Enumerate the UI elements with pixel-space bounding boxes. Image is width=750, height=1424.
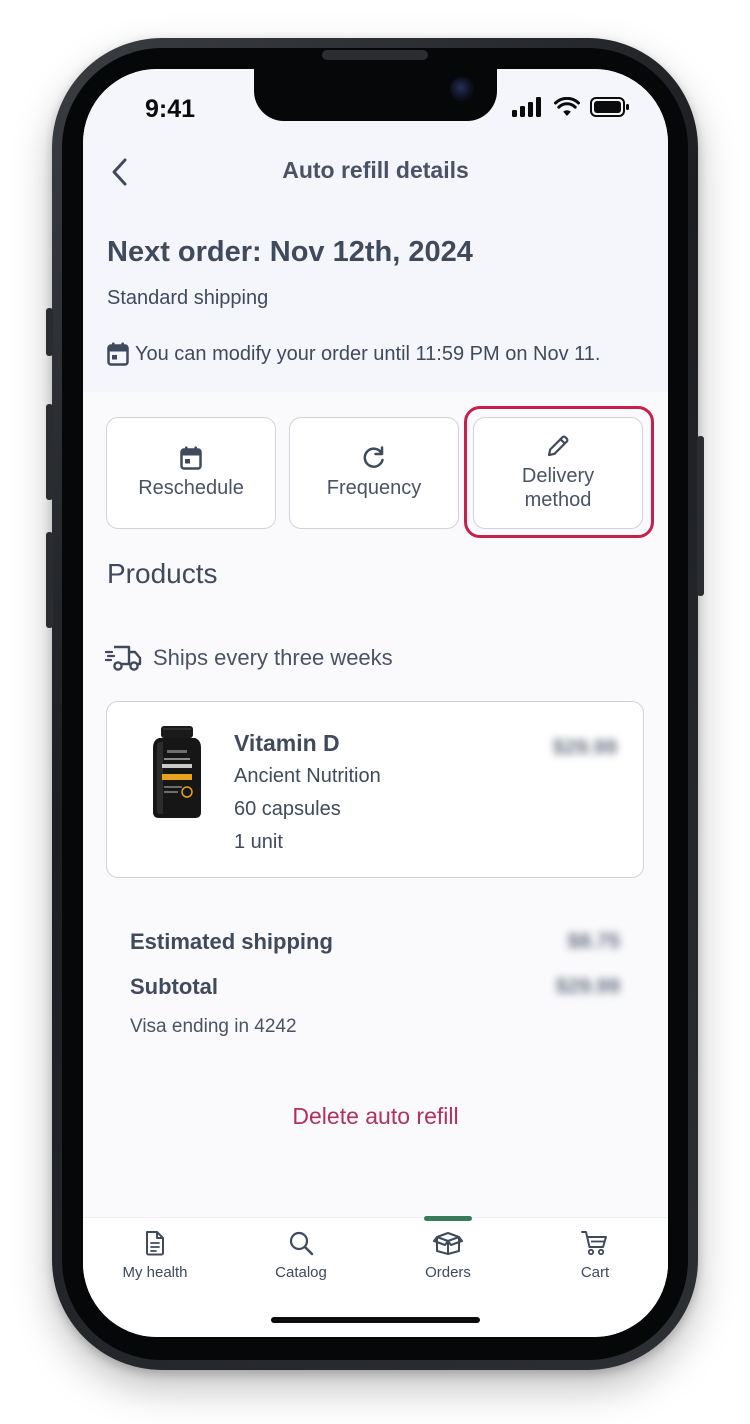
status-time: 9:41 — [145, 95, 196, 123]
phone-volume-up — [46, 404, 53, 500]
cart-icon — [581, 1231, 607, 1256]
frequency-button[interactable]: Frequency — [289, 417, 459, 529]
tab-orders[interactable]: Orders — [388, 1230, 508, 1281]
reschedule-button[interactable]: Reschedule — [106, 417, 276, 529]
page-title: Auto refill details — [282, 157, 469, 183]
phone-mute-switch — [46, 308, 53, 356]
calendar-icon — [180, 446, 202, 470]
modify-deadline-note: You can modify your order until 11:59 PM… — [107, 342, 600, 366]
wifi-icon — [554, 97, 580, 116]
tab-my-health-label: My health — [122, 1264, 188, 1281]
phone-power-button — [697, 436, 704, 596]
product-card[interactable]: Vitamin D Ancient Nutrition 60 capsules … — [106, 701, 644, 878]
tab-orders-label: Orders — [425, 1264, 471, 1281]
app-screen: 9:41 Auto refill details Next order: Nov… — [83, 69, 668, 1337]
status-icons — [512, 97, 630, 117]
estimated-shipping-label: Estimated shipping — [130, 929, 333, 954]
products-heading: Products — [107, 558, 218, 589]
estimated-shipping-value: $8.75 — [567, 930, 620, 953]
ships-frequency-text: Ships every three weeks — [153, 645, 393, 670]
notch — [254, 69, 497, 121]
home-indicator[interactable] — [271, 1317, 480, 1323]
shipping-type: Standard shipping — [107, 287, 269, 309]
subtotal-label: Subtotal — [130, 974, 218, 999]
document-icon — [146, 1231, 164, 1256]
tab-catalog-label: Catalog — [275, 1264, 327, 1281]
ships-frequency-row: Ships every three weeks — [105, 643, 393, 673]
box-icon — [433, 1232, 463, 1255]
product-bottle-image — [153, 726, 201, 818]
product-brand: Ancient Nutrition — [234, 765, 381, 787]
subtotal-value: $29.99 — [555, 975, 620, 998]
frequency-label: Frequency — [326, 477, 422, 499]
phone-speaker — [322, 50, 428, 60]
tab-cart[interactable]: Cart — [535, 1230, 655, 1281]
tab-cart-label: Cart — [580, 1264, 610, 1281]
calendar-icon — [107, 342, 129, 366]
refresh-icon — [363, 446, 384, 468]
front-camera — [450, 77, 474, 101]
phone-volume-down — [46, 532, 53, 628]
payment-method: Visa ending in 4242 — [130, 1016, 297, 1037]
cellular-signal-icon — [512, 97, 541, 117]
battery-icon — [590, 97, 629, 117]
search-icon — [289, 1231, 314, 1256]
next-order-date: Next order: Nov 12th, 2024 — [107, 236, 473, 268]
tab-my-health[interactable]: My health — [95, 1230, 215, 1281]
product-price: $29.99 — [552, 736, 617, 759]
product-quantity: 1 unit — [234, 831, 283, 853]
product-name: Vitamin D — [234, 730, 340, 756]
reschedule-label: Reschedule — [138, 477, 244, 499]
modify-deadline-text: You can modify your order until 11:59 PM… — [135, 342, 601, 365]
product-size: 60 capsules — [234, 798, 341, 820]
tab-catalog[interactable]: Catalog — [241, 1230, 361, 1281]
delete-auto-refill-button[interactable]: Delete auto refill — [83, 1103, 668, 1130]
delivery-truck-icon — [105, 645, 142, 671]
active-tab-indicator — [424, 1216, 472, 1221]
delivery-method-highlight — [464, 406, 654, 538]
